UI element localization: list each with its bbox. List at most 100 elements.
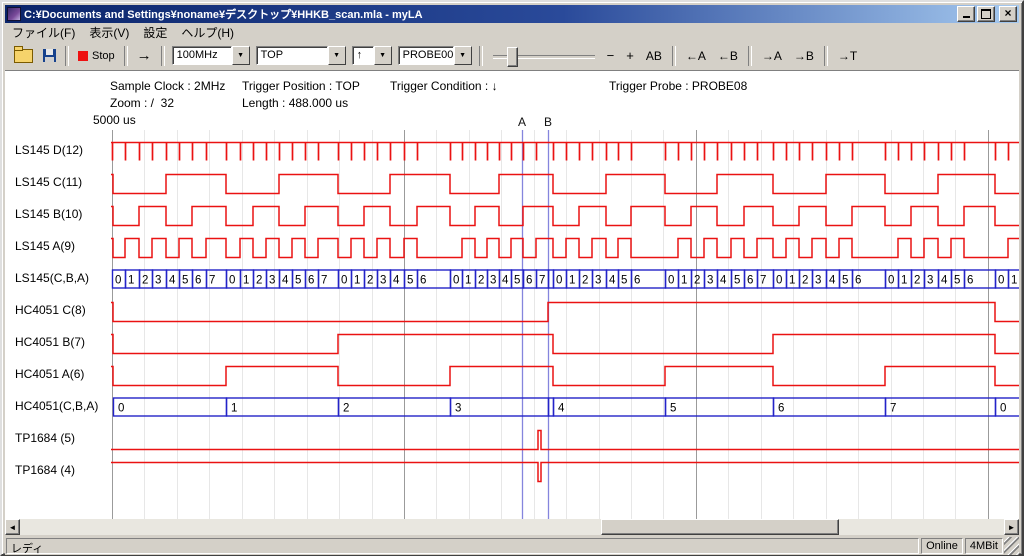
svg-text:4: 4 — [169, 275, 176, 287]
svg-text:0: 0 — [118, 403, 124, 415]
waveform-canvas[interactable]: 0123456701234567012345601234567012345601… — [5, 130, 1019, 519]
save-icon — [43, 49, 56, 62]
svg-text:2: 2 — [582, 275, 588, 287]
svg-text:4: 4 — [829, 275, 836, 287]
sample-clock-combo[interactable]: 100MHz ▼ — [172, 46, 250, 65]
svg-text:6: 6 — [420, 275, 426, 287]
chevron-down-icon[interactable]: ▼ — [374, 46, 392, 65]
online-status-badge: Online — [921, 538, 963, 554]
svg-text:3: 3 — [595, 275, 601, 287]
status-bar: レディ Online 4MBit — [5, 535, 1019, 555]
trigger-position-value: TOP — [256, 46, 328, 65]
zoom-slider[interactable] — [493, 47, 595, 65]
svg-text:6: 6 — [855, 275, 861, 287]
open-button[interactable] — [9, 47, 38, 65]
trigger-probe-value: PROBE00 — [398, 46, 454, 65]
stop-icon — [78, 51, 88, 61]
svg-text:5: 5 — [670, 403, 676, 415]
svg-text:2: 2 — [343, 403, 349, 415]
svg-text:2: 2 — [802, 275, 808, 287]
svg-text:5: 5 — [621, 275, 627, 287]
minimize-button[interactable] — [957, 6, 975, 22]
svg-text:7: 7 — [890, 403, 896, 415]
menu-settings[interactable]: 設定 — [136, 23, 174, 42]
window-title: C:¥Documents and Settings¥noname¥デスクトップ¥… — [24, 6, 957, 22]
toolbar-separator — [124, 46, 128, 66]
svg-text:0: 0 — [556, 275, 562, 287]
svg-text:0: 0 — [341, 275, 347, 287]
maximize-button[interactable] — [977, 6, 995, 22]
app-window: C:¥Documents and Settings¥noname¥デスクトップ¥… — [0, 0, 1024, 556]
save-button[interactable] — [38, 47, 61, 64]
toolbar: Stop → 100MHz ▼ TOP ▼ ↑ ▼ PROBE00 ▼ − + … — [5, 41, 1019, 71]
sample-clock-value: 100MHz — [172, 46, 232, 65]
svg-text:1: 1 — [128, 275, 134, 287]
trigger-condition-info: Trigger Condition : ↓ — [390, 79, 498, 93]
memory-badge: 4MBit — [965, 538, 1003, 554]
svg-text:5: 5 — [407, 275, 413, 287]
zoom-ab-button[interactable]: AB — [640, 47, 668, 65]
svg-text:4: 4 — [609, 275, 616, 287]
svg-text:6: 6 — [195, 275, 201, 287]
close-button[interactable]: × — [999, 6, 1017, 22]
zoom-out-button[interactable]: − — [601, 46, 621, 65]
toolbar-separator — [672, 46, 676, 66]
svg-text:0: 0 — [1000, 403, 1006, 415]
scroll-right-icon: ► — [1008, 523, 1016, 532]
horizontal-scrollbar[interactable]: ◄ ► — [5, 519, 1019, 535]
run-arrow-icon: → — [137, 47, 152, 64]
set-marker-b-button[interactable]: →B — [788, 47, 820, 65]
marker-a-label: A — [518, 115, 526, 129]
svg-text:3: 3 — [707, 275, 713, 287]
scroll-left-button[interactable]: ◄ — [5, 519, 20, 535]
menu-help[interactable]: ヘルプ(H) — [174, 23, 241, 42]
scrollbar-thumb[interactable] — [601, 519, 839, 535]
trigger-position-combo[interactable]: TOP ▼ — [256, 46, 346, 65]
stop-label: Stop — [92, 50, 115, 62]
run-button[interactable]: → — [132, 45, 157, 66]
svg-text:2: 2 — [367, 275, 373, 287]
maximize-icon — [981, 9, 991, 19]
svg-text:4: 4 — [558, 403, 565, 415]
svg-text:1: 1 — [681, 275, 687, 287]
marker-b-label: B — [544, 115, 552, 129]
svg-text:1: 1 — [1011, 275, 1017, 287]
svg-text:3: 3 — [490, 275, 496, 287]
svg-text:0: 0 — [115, 275, 121, 287]
length-info: Length : 488.000 us — [242, 96, 348, 110]
svg-text:0: 0 — [776, 275, 782, 287]
status-message: レディ — [6, 538, 919, 554]
trigger-edge-value: ↑ — [352, 46, 374, 65]
chevron-down-icon[interactable]: ▼ — [328, 46, 346, 65]
zoom-info: Zoom : / 32 — [110, 96, 174, 110]
svg-text:5: 5 — [514, 275, 520, 287]
svg-text:6: 6 — [308, 275, 314, 287]
chevron-down-icon[interactable]: ▼ — [232, 46, 250, 65]
svg-text:1: 1 — [243, 275, 249, 287]
title-bar[interactable]: C:¥Documents and Settings¥noname¥デスクトップ¥… — [5, 5, 1019, 23]
resize-grip-icon[interactable] — [1004, 537, 1019, 555]
toolbar-separator — [161, 46, 165, 66]
scroll-right-button[interactable]: ► — [1004, 519, 1019, 535]
menu-file[interactable]: ファイル(F) — [5, 23, 82, 42]
zoom-in-button[interactable]: + — [620, 46, 640, 65]
svg-text:1: 1 — [354, 275, 360, 287]
trigger-edge-combo[interactable]: ↑ ▼ — [352, 46, 392, 65]
svg-text:4: 4 — [393, 275, 400, 287]
zoom-slider-thumb[interactable] — [507, 47, 518, 67]
minimize-icon — [963, 9, 970, 18]
svg-text:3: 3 — [269, 275, 275, 287]
svg-text:3: 3 — [927, 275, 933, 287]
menu-view[interactable]: 表示(V) — [82, 23, 136, 42]
chevron-down-icon[interactable]: ▼ — [454, 46, 472, 65]
sample-clock-info: Sample Clock : 2MHz — [110, 79, 225, 93]
waveform-panel[interactable]: Sample Clock : 2MHz Trigger Position : T… — [5, 71, 1019, 519]
goto-trigger-button[interactable]: →T — [832, 47, 863, 65]
svg-text:7: 7 — [539, 275, 545, 287]
goto-marker-a-button[interactable]: ←A — [680, 47, 712, 65]
stop-button[interactable]: Stop — [73, 48, 120, 64]
trigger-probe-combo[interactable]: PROBE00 ▼ — [398, 46, 472, 65]
set-marker-a-button[interactable]: →A — [756, 47, 788, 65]
time-scale-label: 5000 us — [93, 113, 136, 127]
goto-marker-b-button[interactable]: ←B — [712, 47, 744, 65]
